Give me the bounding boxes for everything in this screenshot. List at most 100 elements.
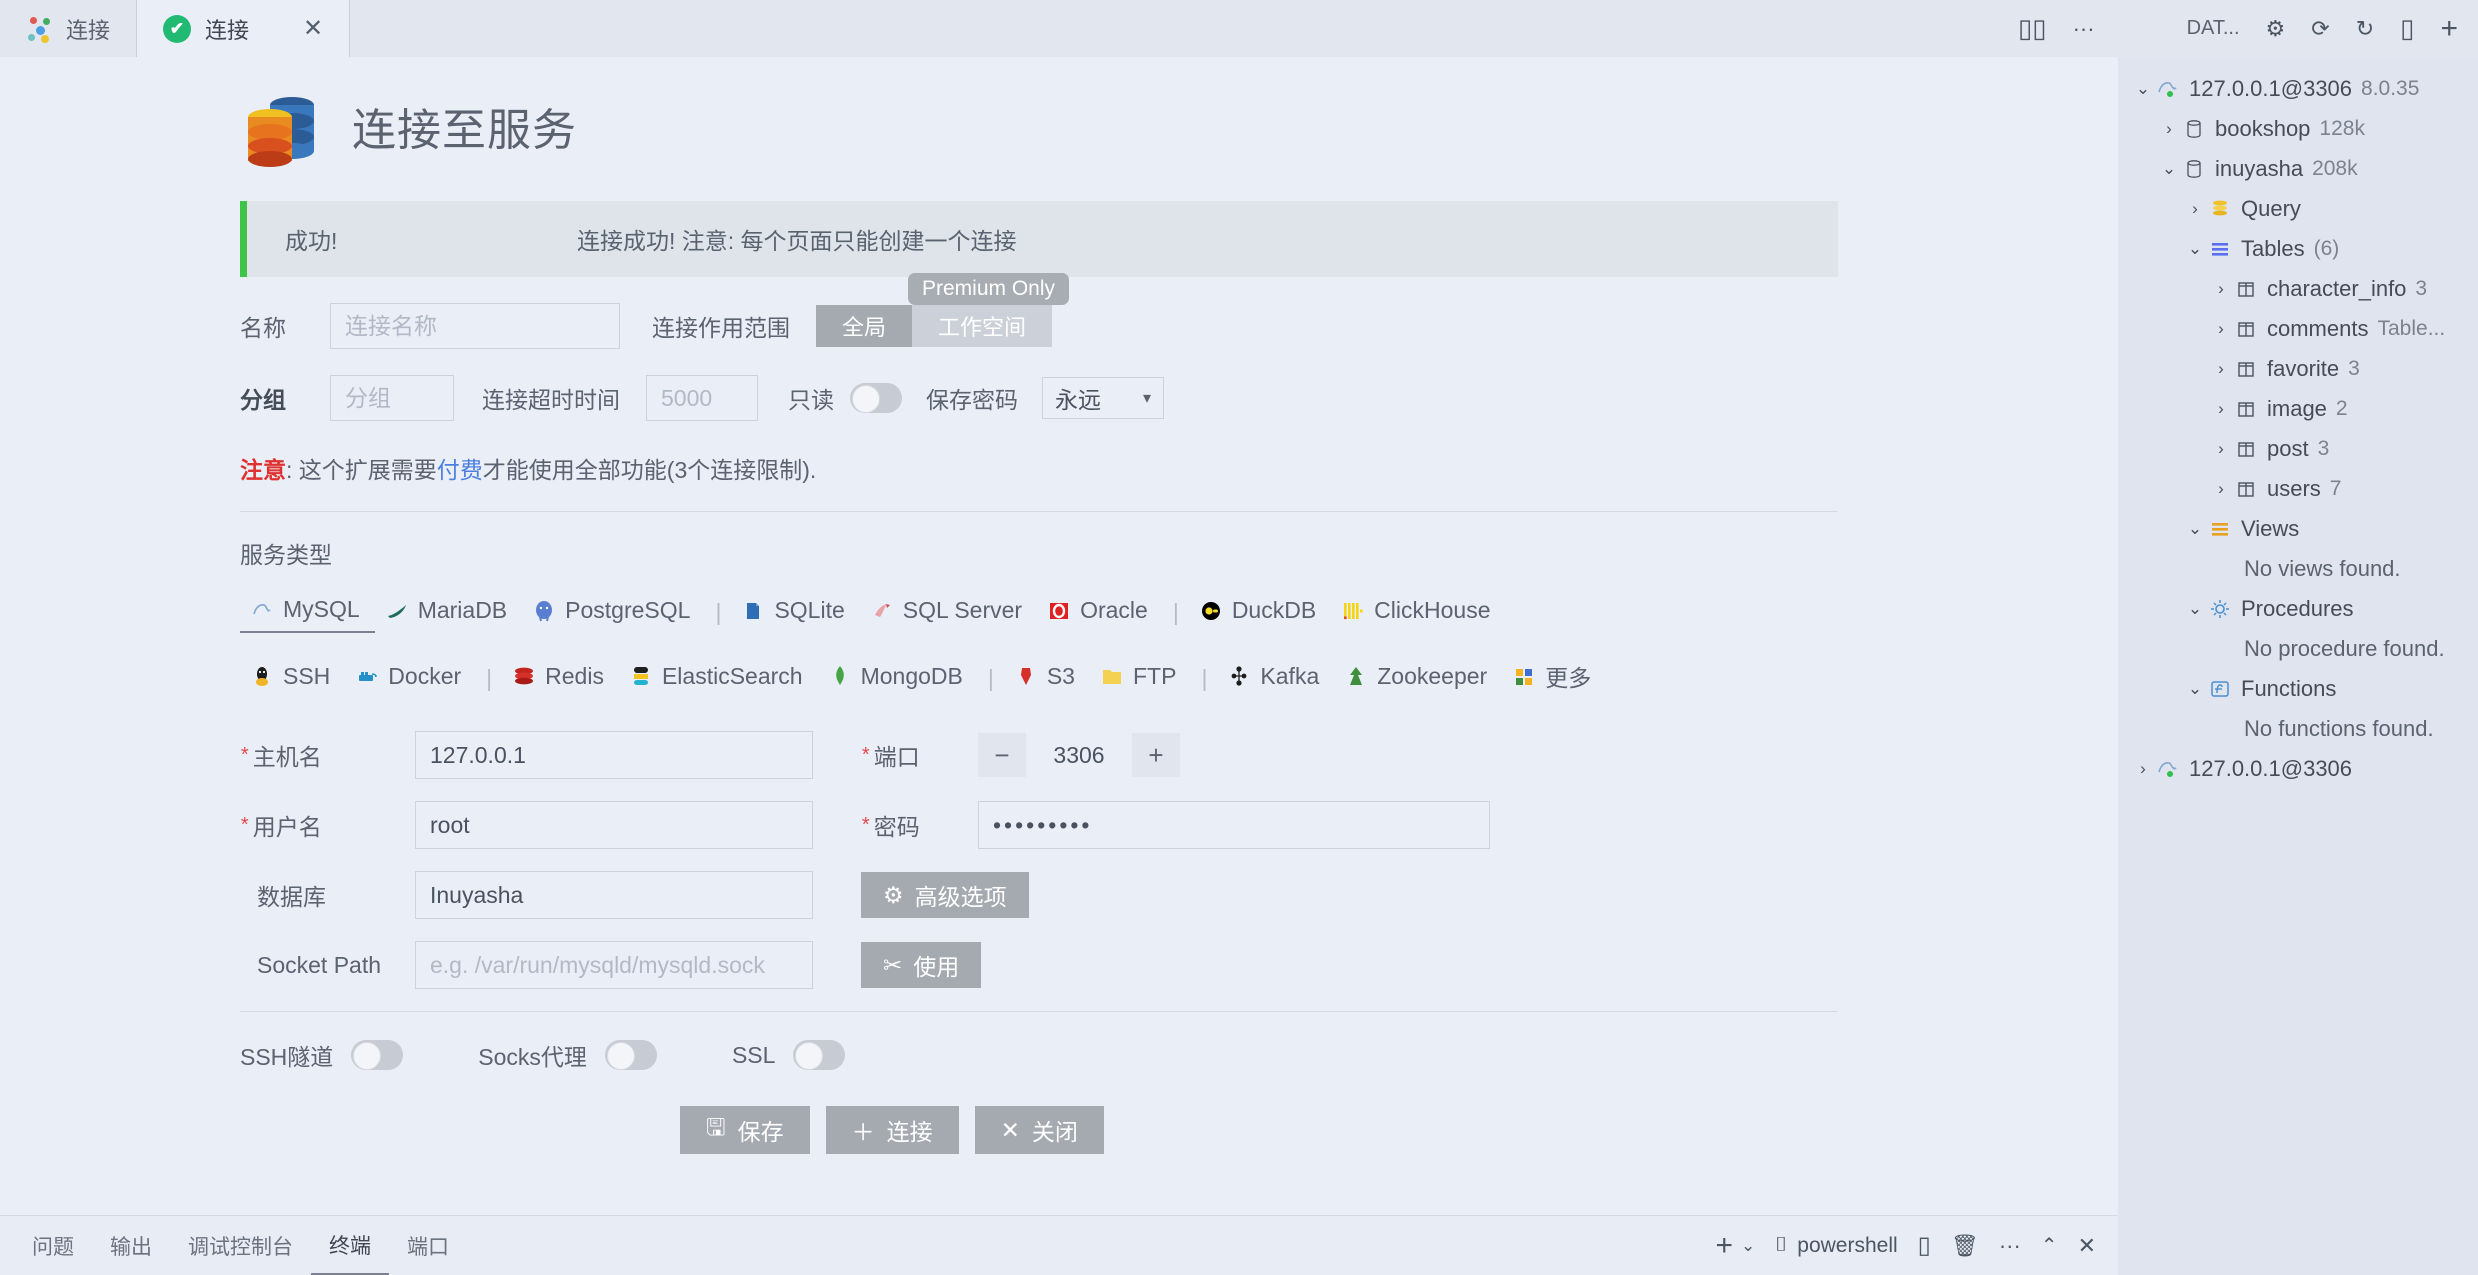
- save-button[interactable]: 🖫 保存: [680, 1106, 810, 1154]
- tree-node[interactable]: › favorite 3: [2118, 349, 2478, 389]
- tree-node[interactable]: › bookshop 128k: [2118, 109, 2478, 149]
- use-button[interactable]: ✂ 使用: [861, 942, 982, 988]
- service-mongodb[interactable]: MongoDB: [818, 659, 978, 698]
- ssl-toggle[interactable]: [793, 1040, 846, 1070]
- refresh-icon[interactable]: ↻: [2356, 16, 2374, 42]
- readonly-toggle[interactable]: [850, 383, 902, 413]
- chevron-down-icon[interactable]: ⌄: [2184, 599, 2206, 619]
- service-zookeeper[interactable]: Zookeeper: [1334, 659, 1502, 698]
- tree-node[interactable]: ⌄ inuyasha 208k: [2118, 149, 2478, 189]
- tab-connection-2[interactable]: ✔ 连接 ✕: [137, 0, 351, 57]
- service-more[interactable]: 更多: [1502, 655, 1606, 701]
- tree-node[interactable]: › character_info 3: [2118, 269, 2478, 309]
- service-ftp[interactable]: FTP: [1090, 659, 1191, 698]
- tree-node[interactable]: ⌄ Functions: [2118, 669, 2478, 709]
- tree-node[interactable]: ⌄ 127.0.0.1@3306 8.0.35: [2118, 69, 2478, 109]
- socks-proxy-toggle[interactable]: [604, 1040, 657, 1070]
- tree-node[interactable]: · No views found.: [2118, 549, 2478, 589]
- port-increment-button[interactable]: +: [1132, 733, 1180, 777]
- service-redis[interactable]: Redis: [502, 659, 619, 698]
- group-input[interactable]: [330, 375, 454, 421]
- tree-node[interactable]: · No functions found.: [2118, 709, 2478, 749]
- tree-node[interactable]: › users 7: [2118, 469, 2478, 509]
- tree-node[interactable]: › comments Table...: [2118, 309, 2478, 349]
- add-terminal-icon[interactable]: +: [1715, 1229, 1733, 1263]
- tree-node[interactable]: ⌄ Tables (6): [2118, 229, 2478, 269]
- bottom-tab-output[interactable]: 输出: [92, 1216, 170, 1275]
- bottom-tab-debug-console[interactable]: 调试控制台: [170, 1216, 311, 1275]
- close-panel-icon[interactable]: ✕: [2078, 1233, 2096, 1259]
- service-kafka[interactable]: Kafka: [1217, 659, 1334, 698]
- save-password-select[interactable]: 永远 ▾: [1042, 377, 1164, 419]
- more-actions-icon[interactable]: ···: [2073, 16, 2095, 42]
- chevron-right-icon[interactable]: ›: [2184, 199, 2206, 219]
- tree-node[interactable]: › 127.0.0.1@3306: [2118, 749, 2478, 789]
- tree-node[interactable]: ⌄ Procedures: [2118, 589, 2478, 629]
- service-sqlite[interactable]: SQLite: [731, 593, 859, 632]
- chevron-right-icon[interactable]: ›: [2210, 399, 2232, 419]
- service-docker[interactable]: Docker: [345, 659, 476, 698]
- chevron-down-icon[interactable]: ⌄: [2184, 519, 2206, 539]
- tree-node[interactable]: › Query: [2118, 189, 2478, 229]
- chevron-down-icon[interactable]: ⌄: [2184, 239, 2206, 259]
- chevron-right-icon[interactable]: ›: [2210, 279, 2232, 299]
- password-input[interactable]: [978, 801, 1490, 849]
- close-icon[interactable]: ✕: [303, 16, 323, 41]
- chevron-right-icon[interactable]: ›: [2210, 479, 2232, 499]
- collapse-icon[interactable]: ⌃: [2041, 1233, 2058, 1258]
- service-s3[interactable]: S3: [1004, 659, 1090, 698]
- chevron-down-icon[interactable]: ⌄: [2184, 679, 2206, 699]
- history-icon[interactable]: ⟳: [2311, 16, 2329, 42]
- scope-global-button[interactable]: 全局: [816, 305, 913, 347]
- chevron-down-icon[interactable]: ⌄: [2158, 159, 2180, 179]
- port-decrement-button[interactable]: −: [978, 733, 1026, 777]
- connect-button[interactable]: ＋ 连接: [825, 1106, 959, 1154]
- bottom-tab-terminal[interactable]: 终端: [311, 1216, 389, 1275]
- chevron-down-icon[interactable]: ⌄: [1741, 1236, 1755, 1256]
- chevron-right-icon[interactable]: ›: [2132, 759, 2154, 779]
- tree-node[interactable]: › post 3: [2118, 429, 2478, 469]
- tree-node[interactable]: · No procedure found.: [2118, 629, 2478, 669]
- service-elasticsearch[interactable]: ElasticSearch: [619, 659, 818, 698]
- timeout-input[interactable]: [646, 375, 758, 421]
- scope-workspace-button[interactable]: 工作空间: [912, 305, 1053, 347]
- trash-icon[interactable]: 🗑: [1951, 1233, 1979, 1259]
- terminal-shell-group[interactable]: ⌷ powershell: [1775, 1234, 1897, 1258]
- chevron-right-icon[interactable]: ›: [2210, 319, 2232, 339]
- gear-icon[interactable]: ⚙: [2266, 16, 2286, 42]
- service-label: ClickHouse: [1374, 597, 1491, 623]
- bottom-tab-ports[interactable]: 端口: [389, 1216, 467, 1275]
- chevron-right-icon[interactable]: ›: [2210, 439, 2232, 459]
- chevron-down-icon[interactable]: ⌄: [2132, 79, 2154, 99]
- split-terminal-icon[interactable]: ▯: [1918, 1231, 1931, 1260]
- service-postgresql[interactable]: PostgreSQL: [522, 593, 705, 632]
- close-button[interactable]: ✕ 关闭: [974, 1106, 1104, 1154]
- service-duckdb[interactable]: DuckDB: [1189, 593, 1331, 632]
- host-input[interactable]: [415, 731, 813, 779]
- purchase-link[interactable]: 付费: [437, 457, 483, 483]
- chevron-right-icon[interactable]: ›: [2158, 119, 2180, 139]
- chevron-right-icon[interactable]: ›: [2210, 359, 2232, 379]
- service-mariadb[interactable]: MariaDB: [375, 593, 522, 632]
- connection-name-input[interactable]: [330, 303, 620, 349]
- database-input[interactable]: [415, 871, 813, 919]
- split-icon[interactable]: ▯: [2400, 13, 2414, 44]
- advanced-options-button[interactable]: ⚙ 高级选项: [861, 872, 1029, 918]
- service-clickhouse[interactable]: ClickHouse: [1331, 593, 1505, 632]
- service-oracle[interactable]: Oracle: [1037, 593, 1163, 632]
- use-label: 使用: [913, 954, 960, 980]
- add-icon[interactable]: +: [2440, 12, 2458, 46]
- ssh-tunnel-toggle[interactable]: [351, 1040, 404, 1070]
- service-ssh[interactable]: SSH: [240, 659, 345, 698]
- socket-path-input[interactable]: [415, 941, 813, 989]
- service-mysql[interactable]: MySQL: [240, 592, 375, 633]
- tab-connection-1[interactable]: 连接: [0, 0, 138, 57]
- tree-node[interactable]: › image 2: [2118, 389, 2478, 429]
- tree-node[interactable]: ⌄ Views: [2118, 509, 2478, 549]
- more-icon[interactable]: ···: [1999, 1233, 2021, 1259]
- split-editor-icon[interactable]: ▯▯: [2018, 13, 2047, 44]
- service-sqlserver[interactable]: SQL Server: [860, 593, 1037, 632]
- port-value[interactable]: 3306: [1026, 733, 1132, 777]
- username-input[interactable]: [415, 801, 813, 849]
- bottom-tab-problems[interactable]: 问题: [14, 1216, 92, 1275]
